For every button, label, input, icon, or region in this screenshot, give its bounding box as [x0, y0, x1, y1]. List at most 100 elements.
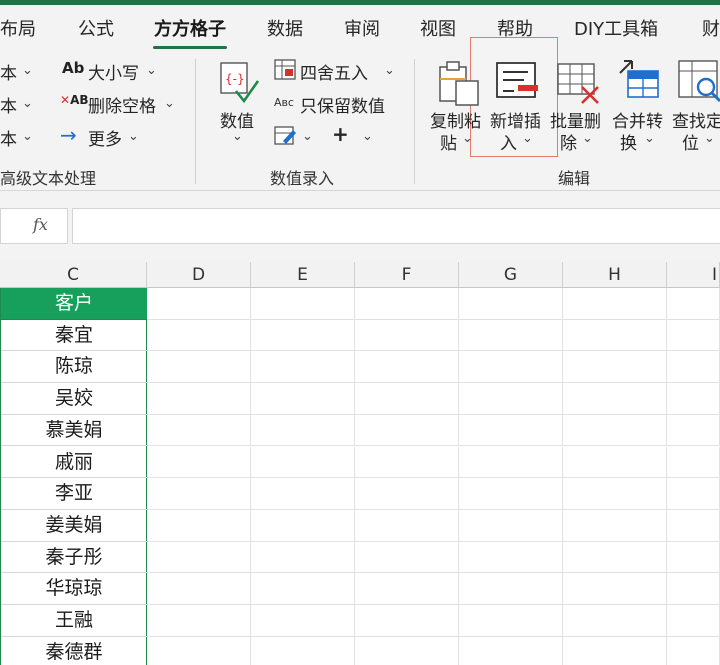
empty-cell[interactable] — [563, 636, 667, 665]
chevron-down-icon[interactable]: ⌄ — [128, 129, 139, 144]
empty-cell[interactable] — [563, 288, 667, 320]
chevron-down-icon[interactable]: ⌄ — [146, 63, 157, 78]
empty-cell[interactable] — [667, 446, 720, 479]
chevron-down-icon[interactable]: ⌄ — [302, 129, 313, 144]
column-header-f[interactable]: F — [355, 262, 459, 288]
empty-cell[interactable] — [251, 414, 355, 447]
tab-layout[interactable]: 布局 — [0, 15, 36, 41]
empty-cell[interactable] — [459, 636, 563, 665]
empty-cell[interactable] — [147, 319, 251, 352]
table-cell[interactable]: 陈琼 — [1, 351, 147, 384]
empty-cell[interactable] — [251, 319, 355, 352]
case-button[interactable]: 大小写 — [88, 59, 139, 84]
empty-cell[interactable] — [251, 478, 355, 510]
chevron-down-icon[interactable]: ⌄ — [164, 96, 175, 111]
more-button[interactable]: 更多 — [88, 125, 122, 150]
empty-cell[interactable] — [355, 414, 459, 447]
column-header-c[interactable]: C — [0, 262, 147, 288]
table-cell[interactable]: 吴姣 — [1, 383, 147, 415]
empty-cell[interactable] — [251, 605, 355, 637]
empty-cell[interactable] — [355, 573, 459, 605]
empty-cell[interactable] — [667, 541, 720, 574]
empty-cell[interactable] — [459, 605, 563, 637]
function-box[interactable]: fx — [0, 208, 68, 244]
sheet-grid[interactable]: 客户 秦宜 陈琼 吴姣 慕美娟 戚丽 李亚 姜美娟 秦子彤 华琼琼 王融 秦德群 — [0, 288, 720, 665]
empty-cell[interactable] — [147, 288, 251, 320]
empty-cell[interactable] — [459, 288, 563, 320]
empty-cell[interactable] — [459, 573, 563, 605]
empty-cell[interactable] — [563, 605, 667, 637]
empty-cell[interactable] — [147, 446, 251, 479]
tab-view[interactable]: 视图 — [420, 15, 456, 41]
column-header-d[interactable]: D — [147, 262, 251, 288]
empty-cell[interactable] — [667, 383, 720, 415]
empty-cell[interactable] — [563, 478, 667, 510]
empty-cell[interactable] — [563, 509, 667, 542]
chevron-down-icon[interactable]: ⌄ — [362, 129, 373, 144]
column-header-h[interactable]: H — [563, 262, 667, 288]
table-cell[interactable]: 李亚 — [1, 478, 147, 510]
column-header-i[interactable]: I — [667, 262, 720, 288]
round-button[interactable]: 四舍五入 — [300, 59, 368, 84]
chevron-down-icon[interactable]: ⌄ — [462, 131, 473, 146]
copy-paste-label-2[interactable]: 贴 — [440, 129, 457, 154]
empty-cell[interactable] — [147, 478, 251, 510]
empty-cell[interactable] — [355, 478, 459, 510]
empty-cell[interactable] — [147, 605, 251, 637]
empty-cell[interactable] — [147, 509, 251, 542]
empty-cell[interactable] — [147, 383, 251, 415]
merge-convert-label-2[interactable]: 换 — [620, 129, 637, 154]
tab-fangfang[interactable]: 方方格子 — [154, 15, 226, 41]
chevron-down-icon[interactable]: ⌄ — [22, 129, 33, 144]
empty-cell[interactable] — [251, 573, 355, 605]
chevron-down-icon[interactable]: ⌄ — [704, 131, 715, 146]
tab-data[interactable]: 数据 — [267, 15, 303, 41]
delete-space-button[interactable]: 删除空格 — [88, 92, 156, 117]
empty-cell[interactable] — [355, 541, 459, 574]
chevron-down-icon[interactable]: ⌄ — [22, 63, 33, 78]
empty-cell[interactable] — [563, 541, 667, 574]
chevron-down-icon[interactable]: ⌄ — [232, 129, 243, 144]
text-item-2[interactable]: 本 — [0, 92, 17, 117]
empty-cell[interactable] — [667, 414, 720, 447]
empty-cell[interactable] — [667, 509, 720, 542]
table-cell[interactable]: 慕美娟 — [1, 415, 147, 447]
text-item-1[interactable]: 本 — [0, 59, 17, 84]
empty-cell[interactable] — [667, 636, 720, 665]
empty-cell[interactable] — [355, 319, 459, 352]
fx-icon[interactable]: fx — [33, 215, 48, 234]
empty-cell[interactable] — [251, 351, 355, 384]
empty-cell[interactable] — [251, 636, 355, 665]
empty-cell[interactable] — [355, 351, 459, 384]
empty-cell[interactable] — [667, 319, 720, 352]
insert-button-label-2[interactable]: 入 — [500, 129, 517, 154]
table-cell[interactable]: 华琼琼 — [1, 573, 147, 605]
empty-cell[interactable] — [563, 383, 667, 415]
empty-cell[interactable] — [251, 446, 355, 479]
empty-cell[interactable] — [667, 605, 720, 637]
empty-cell[interactable] — [251, 383, 355, 415]
empty-cell[interactable] — [667, 573, 720, 605]
chevron-down-icon[interactable]: ⌄ — [384, 63, 395, 78]
table-cell[interactable]: 秦德群 — [1, 637, 147, 665]
empty-cell[interactable] — [355, 605, 459, 637]
batch-delete-label-2[interactable]: 除 — [560, 129, 577, 154]
text-item-3[interactable]: 本 — [0, 125, 17, 150]
empty-cell[interactable] — [459, 383, 563, 415]
plus-button[interactable]: + — [332, 122, 349, 146]
empty-cell[interactable] — [563, 414, 667, 447]
empty-cell[interactable] — [251, 509, 355, 542]
column-header-g[interactable]: G — [459, 262, 563, 288]
table-cell[interactable]: 秦子彤 — [1, 542, 147, 574]
empty-cell[interactable] — [563, 446, 667, 479]
tab-formula[interactable]: 公式 — [78, 15, 114, 41]
empty-cell[interactable] — [147, 636, 251, 665]
empty-cell[interactable] — [459, 351, 563, 384]
tab-diy-toolbox[interactable]: DIY工具箱 — [574, 15, 658, 41]
empty-cell[interactable] — [459, 446, 563, 479]
empty-cell[interactable] — [459, 319, 563, 352]
empty-cell[interactable] — [459, 414, 563, 447]
empty-cell[interactable] — [459, 541, 563, 574]
find-locate-label-2[interactable]: 位 — [682, 129, 699, 154]
empty-cell[interactable] — [355, 383, 459, 415]
